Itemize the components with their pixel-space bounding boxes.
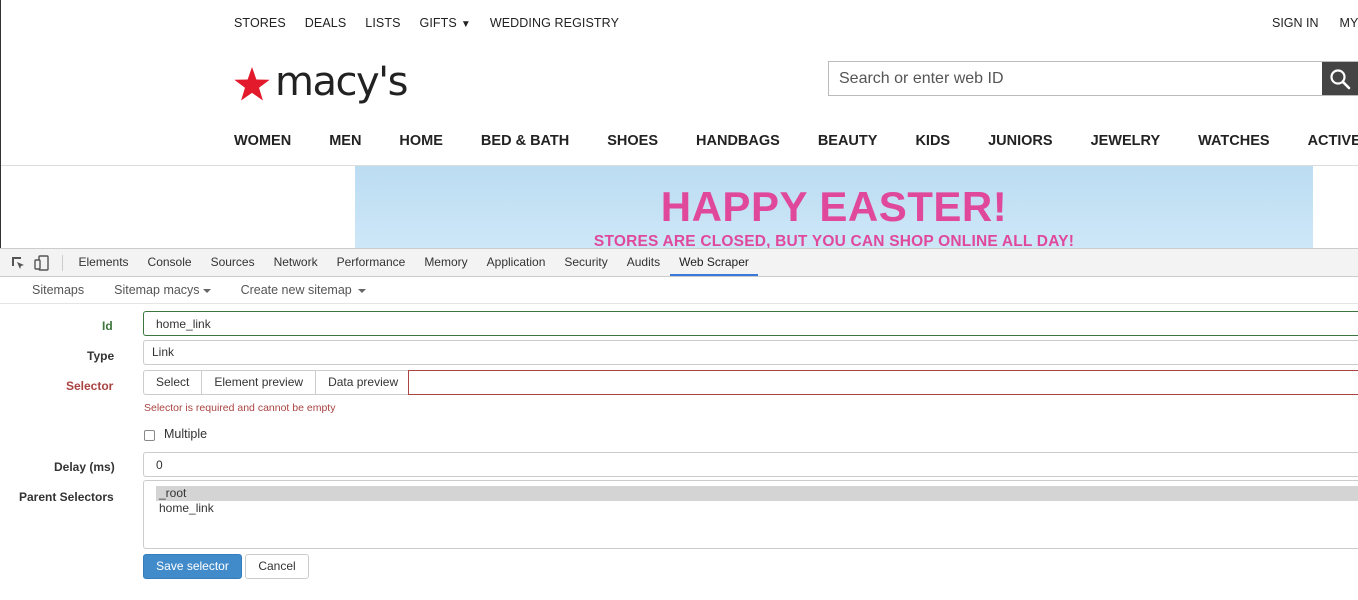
nav-beauty[interactable]: BEAUTY bbox=[818, 133, 878, 149]
tab-memory[interactable]: Memory bbox=[415, 249, 477, 276]
caret-down-icon bbox=[358, 288, 367, 293]
web-scraper-nav: Sitemaps Sitemap macys Create new sitema… bbox=[0, 277, 1358, 304]
my-account-link[interactable]: MY A bbox=[1340, 16, 1358, 30]
nav-women[interactable]: WOMEN bbox=[234, 133, 291, 149]
tab-audits[interactable]: Audits bbox=[617, 249, 669, 276]
delay-label: Delay (ms) bbox=[54, 460, 115, 474]
selector-input[interactable] bbox=[408, 370, 1358, 395]
utility-nav-gifts-label: GIFTS bbox=[419, 16, 457, 30]
tab-performance[interactable]: Performance bbox=[327, 249, 415, 276]
logo-wordmark: macy's bbox=[275, 59, 408, 105]
tab-sources[interactable]: Sources bbox=[201, 249, 264, 276]
nav-home[interactable]: HOME bbox=[399, 133, 443, 149]
selector-error-message: Selector is required and cannot be empty bbox=[144, 402, 336, 414]
inspect-element-button[interactable] bbox=[6, 249, 30, 276]
selector-button-group: Select Element preview Data preview bbox=[143, 370, 411, 395]
easter-promo-banner[interactable]: HAPPY EASTER! STORES ARE CLOSED, BUT YOU… bbox=[355, 166, 1313, 248]
id-input[interactable] bbox=[143, 311, 1358, 336]
parent-option-home-link[interactable]: home_link bbox=[156, 501, 1358, 516]
account-nav: SIGN IN MY A bbox=[1272, 16, 1358, 30]
element-preview-button[interactable]: Element preview bbox=[201, 370, 316, 395]
tab-security[interactable]: Security bbox=[555, 249, 617, 276]
save-selector-button[interactable]: Save selector bbox=[143, 554, 242, 579]
utility-nav-lists[interactable]: LISTS bbox=[365, 16, 400, 30]
caret-down-icon bbox=[202, 288, 211, 293]
utility-nav-wedding-registry[interactable]: WEDDING REGISTRY bbox=[490, 16, 619, 30]
toolbar-separator bbox=[62, 254, 63, 271]
parent-option-root[interactable]: _root bbox=[156, 486, 1358, 501]
nav-watches[interactable]: WATCHES bbox=[1198, 133, 1269, 149]
utility-nav-deals[interactable]: DEALS bbox=[305, 16, 347, 30]
nav-shoes[interactable]: SHOES bbox=[607, 133, 658, 149]
nav-juniors[interactable]: JUNIORS bbox=[988, 133, 1052, 149]
inspect-icon bbox=[12, 256, 24, 269]
nav-men[interactable]: MEN bbox=[329, 133, 361, 149]
search-icon bbox=[1330, 68, 1351, 89]
nav-create-new-sitemap-label: Create new sitemap bbox=[240, 283, 352, 297]
multiple-checkbox[interactable] bbox=[144, 430, 155, 441]
nav-handbags[interactable]: HANDBAGS bbox=[696, 133, 780, 149]
nav-active[interactable]: ACTIVE bbox=[1308, 133, 1358, 149]
triangle-down-icon: ▼ bbox=[460, 19, 471, 30]
search-input[interactable] bbox=[829, 62, 1322, 95]
website-viewport: STORES DEALS LISTS GIFTS ▼ WEDDING REGIST… bbox=[0, 0, 1358, 248]
type-label: Type bbox=[87, 349, 115, 363]
data-preview-button[interactable]: Data preview bbox=[315, 370, 411, 395]
id-label: Id bbox=[102, 319, 113, 333]
type-select[interactable]: Link bbox=[143, 340, 1358, 365]
select-button[interactable]: Select bbox=[143, 370, 202, 395]
type-select-value: Link bbox=[152, 345, 175, 359]
main-category-nav: WOMEN MEN HOME BED & BATH SHOES HANDBAGS… bbox=[234, 133, 1358, 149]
search-button[interactable] bbox=[1322, 62, 1358, 95]
utility-nav-gifts[interactable]: GIFTS ▼ bbox=[420, 16, 471, 30]
utility-nav-stores[interactable]: STORES bbox=[234, 16, 286, 30]
selector-label: Selector bbox=[66, 379, 114, 393]
device-toolbar-icon bbox=[34, 254, 49, 271]
delay-input[interactable] bbox=[143, 452, 1358, 477]
cancel-button[interactable]: Cancel bbox=[245, 554, 309, 579]
nav-jewelry[interactable]: JEWELRY bbox=[1091, 133, 1161, 149]
tab-console[interactable]: Console bbox=[138, 249, 201, 276]
banner-title: HAPPY EASTER! bbox=[660, 183, 1008, 230]
search-box bbox=[828, 61, 1358, 96]
devtools-tab-bar: Elements Console Sources Network Perform… bbox=[0, 249, 1358, 277]
macys-logo[interactable]: macy's bbox=[233, 59, 408, 110]
nav-create-new-sitemap[interactable]: Create new sitemap bbox=[241, 283, 367, 297]
parent-selectors-listbox[interactable]: _root home_link bbox=[143, 480, 1358, 549]
tab-web-scraper[interactable]: Web Scraper bbox=[669, 249, 759, 276]
banner-subtitle: STORES ARE CLOSED, BUT YOU CAN SHOP ONLI… bbox=[593, 233, 1075, 248]
nav-sitemaps[interactable]: Sitemaps bbox=[32, 283, 84, 297]
tab-network[interactable]: Network bbox=[264, 249, 327, 276]
nav-sitemap-macys[interactable]: Sitemap macys bbox=[114, 283, 211, 297]
nav-sitemap-macys-label: Sitemap macys bbox=[114, 283, 200, 297]
device-toolbar-button[interactable] bbox=[30, 249, 54, 276]
tab-application[interactable]: Application bbox=[477, 249, 555, 276]
sign-in-link[interactable]: SIGN IN bbox=[1272, 16, 1319, 30]
tab-elements[interactable]: Elements bbox=[69, 249, 138, 276]
nav-kids[interactable]: KIDS bbox=[915, 133, 950, 149]
utility-nav: STORES DEALS LISTS GIFTS ▼ WEDDING REGIST… bbox=[234, 16, 638, 30]
parent-selectors-label: Parent Selectors bbox=[19, 490, 114, 504]
nav-bed-bath[interactable]: BED & BATH bbox=[481, 133, 569, 149]
multiple-label: Multiple bbox=[164, 427, 208, 441]
star-logo-icon bbox=[234, 66, 270, 101]
